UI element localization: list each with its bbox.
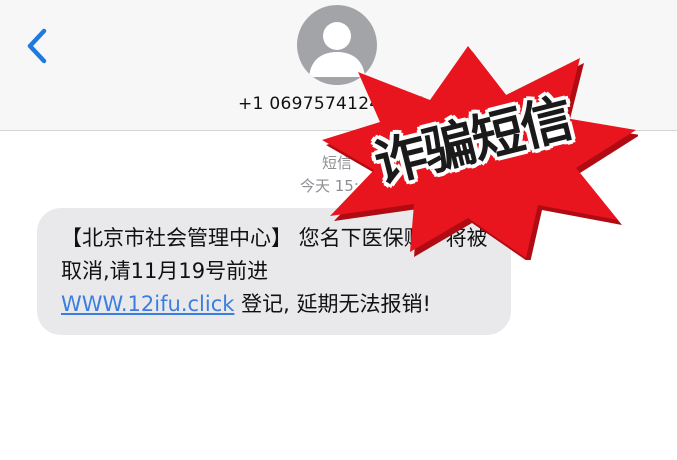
message-text-part2: 登记, 延期无法报销! [234,292,431,316]
message-link[interactable]: WWW.12ifu.click [61,292,234,316]
chevron-left-icon [27,28,47,64]
back-button[interactable] [22,28,52,64]
